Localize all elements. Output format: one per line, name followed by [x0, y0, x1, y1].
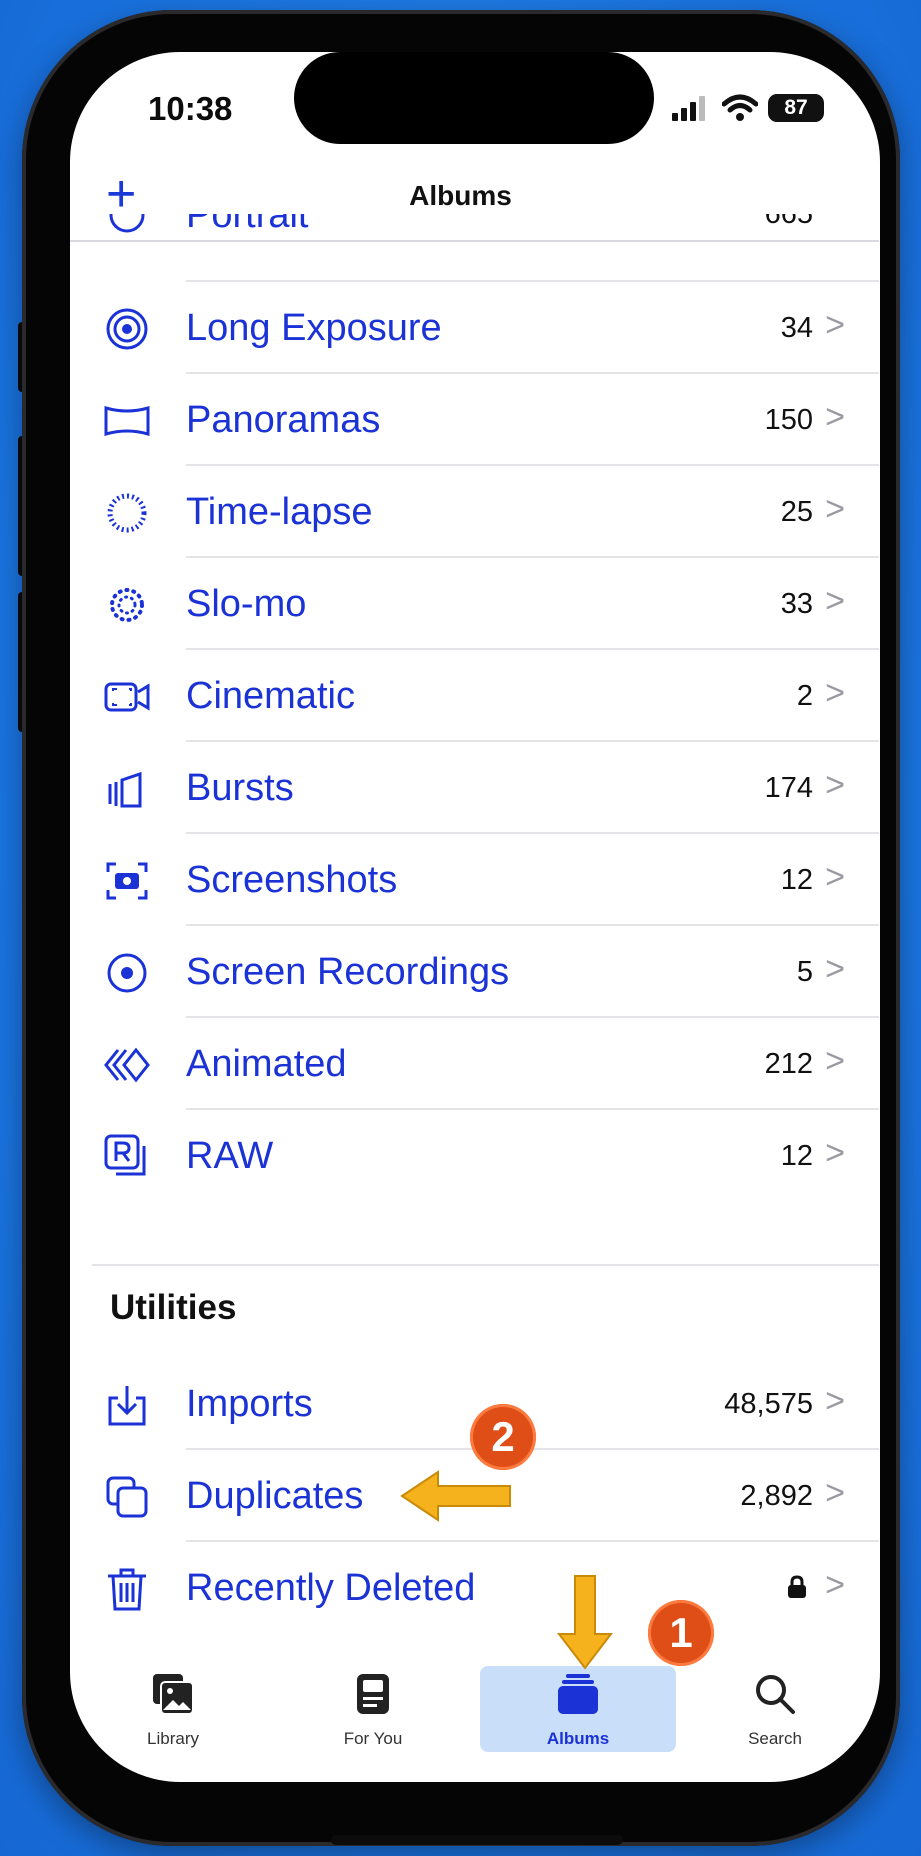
album-label: Screen Recordings: [186, 951, 510, 993]
album-row-animated[interactable]: Animated 212 >: [92, 1018, 879, 1110]
album-row-screen-recordings[interactable]: Screen Recordings 5 >: [92, 926, 879, 1018]
tab-library[interactable]: Library: [98, 1672, 248, 1749]
duplicates-icon: [106, 1476, 148, 1518]
panorama-icon: [104, 406, 150, 436]
album-count: 2: [796, 680, 813, 712]
long-exposure-icon: [106, 308, 148, 350]
wifi-icon: [722, 94, 758, 121]
album-label: Time-lapse: [186, 491, 373, 533]
dynamic-island: [294, 52, 654, 144]
utility-count: 2,892: [740, 1480, 813, 1512]
album-count: 212: [764, 1048, 813, 1080]
album-count: 174: [764, 772, 813, 804]
arrow-down-icon: [556, 1575, 614, 1670]
section-separator: [92, 1264, 879, 1266]
album-count: 25: [780, 496, 813, 528]
album-count: 33: [780, 588, 813, 620]
chevron-right-icon: >: [825, 490, 845, 528]
screenshot-icon: [106, 862, 148, 900]
utility-label: Duplicates: [186, 1475, 364, 1517]
chevron-right-icon: >: [825, 1566, 845, 1604]
chevron-right-icon: >: [825, 1474, 845, 1512]
partial-row-portrait[interactable]: Portrait 665: [92, 214, 879, 242]
album-count: 12: [780, 864, 813, 896]
album-label: Bursts: [186, 767, 294, 809]
utilities-header: Utilities: [110, 1288, 237, 1327]
status-icons: 87: [672, 88, 824, 128]
portrait-icon: [109, 214, 145, 233]
utility-label: Recently Deleted: [186, 1567, 476, 1609]
tab-bar: Library For You Albums Search: [70, 1660, 880, 1800]
album-label: Cinematic: [186, 675, 355, 717]
chevron-right-icon: >: [825, 306, 845, 344]
library-icon: [153, 1674, 194, 1715]
tab-for-you[interactable]: For You: [298, 1672, 448, 1749]
import-icon: [108, 1386, 146, 1426]
slomo-icon: [110, 588, 144, 622]
tab-label: Albums: [546, 1729, 610, 1748]
album-label: Screenshots: [186, 859, 398, 901]
album-row-slo-mo[interactable]: Slo-mo 33 >: [92, 558, 879, 650]
tab-label: Search: [748, 1729, 802, 1748]
tab-label: For You: [343, 1729, 403, 1748]
for-you-icon: [357, 1674, 389, 1714]
timelapse-icon: [107, 493, 147, 533]
chevron-right-icon: >: [825, 1042, 845, 1080]
chevron-right-icon: >: [825, 950, 845, 988]
album-label: RAW: [186, 1135, 274, 1177]
screen-recording-icon: [107, 953, 147, 993]
album-row-raw[interactable]: RAW 12 >: [92, 1110, 879, 1202]
animated-icon: [104, 1047, 150, 1083]
chevron-right-icon: >: [825, 858, 845, 896]
album-label: Panoramas: [186, 399, 381, 441]
album-row-panoramas[interactable]: Panoramas 150 >: [92, 374, 879, 466]
album-row-screenshots[interactable]: Screenshots 12 >: [92, 834, 879, 926]
home-indicator: [331, 1835, 623, 1845]
chevron-right-icon: >: [825, 582, 845, 620]
tab-albums[interactable]: Albums: [480, 1666, 676, 1752]
nav-separator: [70, 240, 879, 242]
step-badge-2: 2: [470, 1404, 536, 1470]
signal-icon: [672, 96, 705, 121]
utility-label: Imports: [186, 1383, 313, 1425]
albums-icon: [558, 1674, 598, 1714]
album-count: 34: [780, 312, 813, 344]
album-row-bursts[interactable]: Bursts 174 >: [92, 742, 879, 834]
album-row-long-exposure[interactable]: Long Exposure 34 >: [92, 282, 879, 374]
step-badge-1: 1: [648, 1600, 714, 1666]
arrow-left-icon: [400, 1470, 511, 1522]
partial-row-count: 665: [764, 214, 813, 230]
album-label: Slo-mo: [186, 583, 307, 625]
cinematic-icon: [104, 682, 150, 712]
partial-row-label: Portrait: [186, 214, 309, 236]
album-count: 150: [764, 404, 813, 436]
chevron-right-icon: >: [825, 674, 845, 712]
album-count: 5: [796, 956, 813, 988]
album-label: Animated: [186, 1043, 347, 1085]
album-label: Long Exposure: [186, 307, 442, 349]
tab-search[interactable]: Search: [700, 1672, 850, 1749]
battery-icon: 87: [768, 94, 824, 122]
bursts-icon: [108, 771, 142, 808]
album-row-cinematic[interactable]: Cinematic 2 >: [92, 650, 879, 742]
tab-label: Library: [147, 1729, 199, 1748]
trash-icon: [108, 1568, 146, 1611]
search-icon: [756, 1675, 795, 1714]
chevron-right-icon: >: [825, 766, 845, 804]
lock-icon: [788, 1575, 806, 1598]
page-title: Albums: [409, 180, 512, 211]
status-time: 10:38: [148, 90, 233, 127]
chevron-right-icon: >: [825, 1134, 845, 1172]
album-count: 12: [780, 1140, 813, 1172]
raw-icon: [104, 1134, 146, 1176]
chevron-right-icon: >: [825, 398, 845, 436]
chevron-right-icon: >: [825, 1382, 845, 1420]
album-row-time-lapse[interactable]: Time-lapse 25 >: [92, 466, 879, 558]
utility-count: 48,575: [724, 1388, 813, 1420]
utility-row-recently-deleted[interactable]: Recently Deleted >: [92, 1542, 879, 1634]
